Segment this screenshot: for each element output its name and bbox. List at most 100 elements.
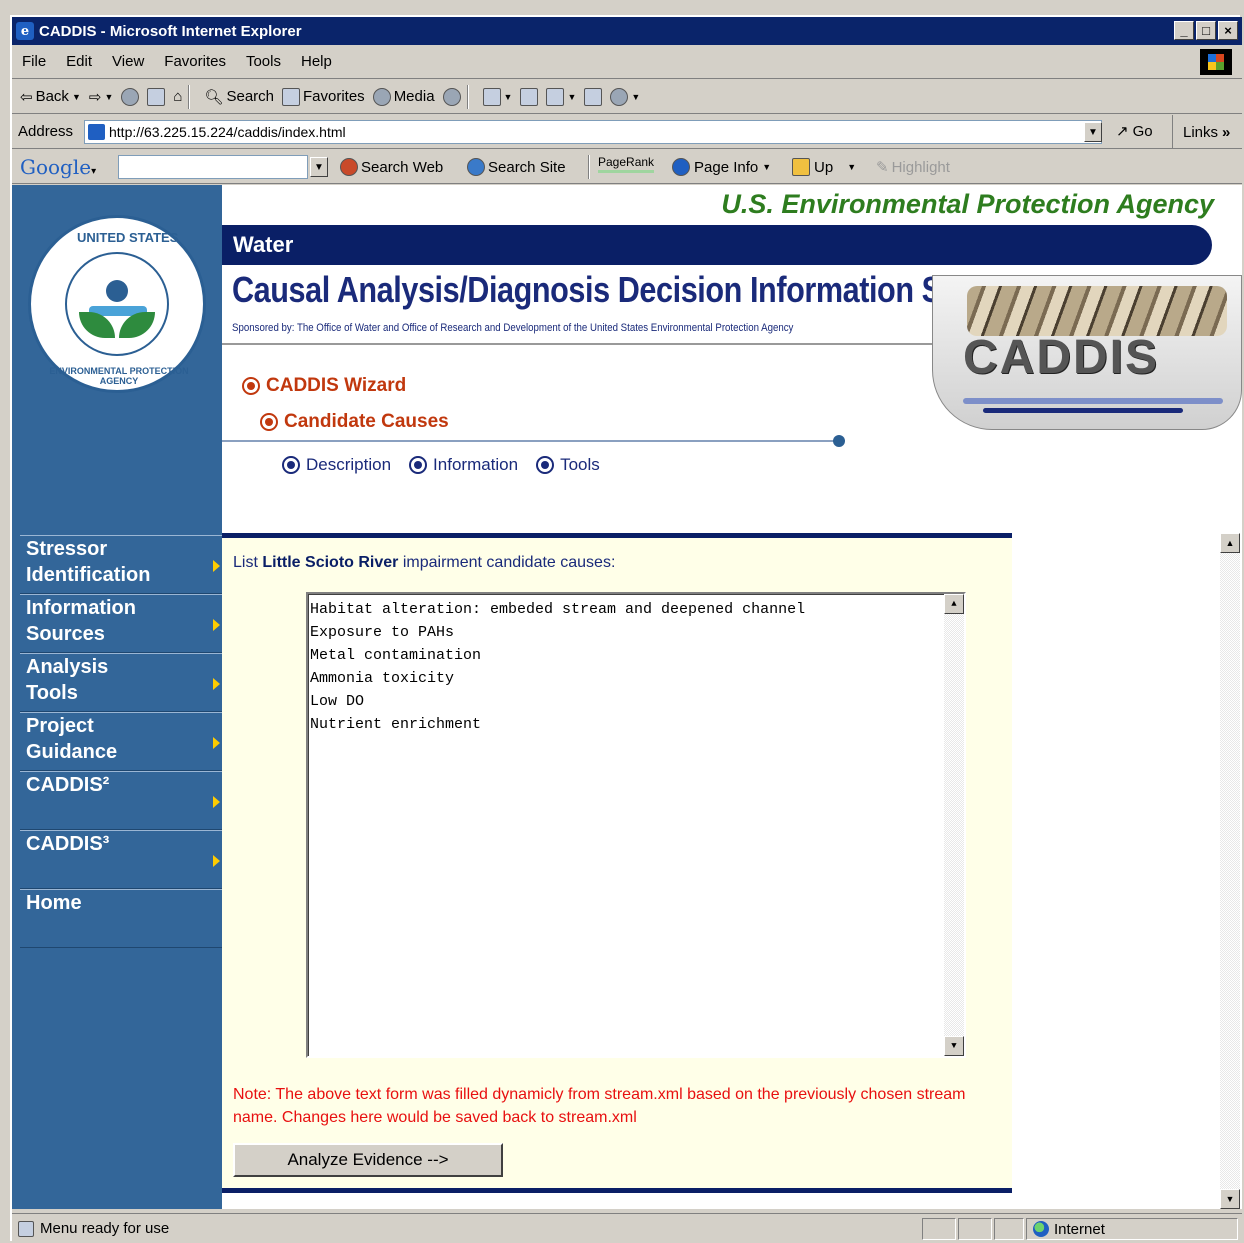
- caret-right-icon: [213, 619, 220, 631]
- page-info-label: Page Info: [694, 158, 759, 176]
- messenger-icon: [610, 87, 629, 106]
- home-button[interactable]: ⌂: [173, 88, 182, 105]
- menu-edit[interactable]: Edit: [66, 53, 92, 70]
- section-title: Water: [233, 232, 294, 257]
- scroll-up-button[interactable]: ▲: [1220, 533, 1240, 553]
- links-label: Links: [1183, 123, 1219, 141]
- radio-selected-icon: [242, 377, 260, 395]
- subnav-description[interactable]: Description: [282, 455, 391, 475]
- search-icon: 🔍︎: [204, 88, 224, 106]
- google-logo[interactable]: Google▾: [20, 155, 96, 179]
- analyze-evidence-button[interactable]: Analyze Evidence -->: [233, 1143, 503, 1177]
- radio-selected-icon: [409, 456, 428, 474]
- page-info-button[interactable]: Page Info ▼: [672, 158, 771, 176]
- address-dropdown-button[interactable]: ▼: [1084, 122, 1102, 142]
- sidebar-item-home[interactable]: Home: [20, 889, 222, 948]
- chevron-down-icon: ▼: [71, 91, 81, 102]
- close-button[interactable]: ×: [1218, 21, 1238, 40]
- subnav-tools[interactable]: Tools: [536, 455, 600, 475]
- candidate-causes-textarea[interactable]: Habitat alteration: embeded stream and d…: [306, 592, 966, 1058]
- list-heading-prefix: List: [233, 554, 258, 571]
- forward-button[interactable]: ⇨ ▼: [89, 88, 114, 106]
- wizard-step-label: Candidate Causes: [284, 411, 449, 432]
- sidebar-item-project-guidance[interactable]: Project Guidance: [20, 712, 222, 771]
- stop-button[interactable]: [121, 87, 140, 106]
- sidebar-item-analysis-tools[interactable]: Analysis Tools: [20, 653, 222, 712]
- print-button[interactable]: [520, 87, 539, 106]
- caret-right-icon: [213, 855, 220, 867]
- menu-tools[interactable]: Tools: [246, 53, 281, 70]
- back-arrow-icon: ⇦: [20, 88, 33, 106]
- links-button[interactable]: Links»: [1172, 115, 1230, 149]
- mail-button[interactable]: ▼: [482, 87, 513, 106]
- page-scrollbar[interactable]: ▲ ▼: [1220, 533, 1240, 1209]
- scroll-down-button[interactable]: ▼: [1220, 1189, 1240, 1209]
- favorites-icon: [282, 87, 300, 106]
- window-title: CADDIS - Microsoft Internet Explorer: [39, 22, 302, 40]
- discuss-button[interactable]: [584, 87, 603, 106]
- maximize-button[interactable]: □: [1196, 21, 1216, 40]
- toolbar-separator: [588, 155, 590, 179]
- history-button[interactable]: [442, 87, 461, 106]
- up-label: Up: [814, 158, 834, 176]
- sidebar-item-label: Stressor Identification: [26, 538, 151, 586]
- scroll-up-button[interactable]: ▲: [944, 594, 964, 614]
- caret-right-icon: [213, 560, 220, 572]
- media-icon: [372, 87, 391, 106]
- caddis-logo-text: CADDIS: [963, 331, 1160, 384]
- sidebar-item-caddis-2[interactable]: CADDIS²: [20, 771, 222, 830]
- title-bar: e CADDIS - Microsoft Internet Explorer _…: [12, 17, 1242, 45]
- sidebar-item-information-sources[interactable]: Information Sources: [20, 594, 222, 653]
- subnav-information[interactable]: Information: [409, 455, 518, 475]
- pagerank-label: PageRank: [598, 155, 655, 169]
- menu-favorites[interactable]: Favorites: [164, 53, 226, 70]
- minimize-button[interactable]: _: [1174, 21, 1194, 40]
- status-text: Menu ready for use: [40, 1220, 170, 1237]
- edit-button[interactable]: ▼: [546, 87, 576, 106]
- menu-file[interactable]: File: [22, 53, 46, 70]
- scroll-down-button[interactable]: ▼: [944, 1036, 964, 1056]
- search-button[interactable]: 🔍︎ Search: [204, 88, 274, 106]
- wizard-step-candidate-causes[interactable]: Candidate Causes: [260, 411, 449, 433]
- sidebar-item-label: CADDIS²: [26, 774, 110, 796]
- refresh-button[interactable]: [147, 87, 166, 106]
- sidebar-item-caddis-3[interactable]: CADDIS³: [20, 830, 222, 889]
- go-button[interactable]: ↗ Go: [1116, 122, 1153, 141]
- search-site-label: Search Site: [488, 158, 566, 176]
- sidebar-item-stressor-identification[interactable]: Stressor Identification: [20, 535, 222, 594]
- search-web-button[interactable]: Search Web: [340, 158, 443, 176]
- messenger-button[interactable]: ▼: [610, 87, 640, 106]
- info-icon: [672, 158, 690, 176]
- menu-view[interactable]: View: [112, 53, 144, 70]
- chevron-down-icon: ▼: [1225, 1194, 1235, 1204]
- up-button[interactable]: Up ▼: [792, 158, 856, 176]
- media-button[interactable]: Media: [372, 87, 435, 106]
- sidebar-item-label: CADDIS³: [26, 833, 110, 855]
- address-input[interactable]: http://63.225.15.224/caddis/index.html: [84, 120, 1102, 144]
- google-search-input[interactable]: [118, 155, 308, 179]
- chevron-down-icon: ▼: [503, 91, 513, 102]
- epa-seal-logo: UNITED STATES ENVIRONMENTAL PROTECTION A…: [28, 215, 206, 393]
- caret-right-icon: [213, 678, 220, 690]
- zone-label: Internet: [1054, 1220, 1105, 1238]
- refresh-icon: [147, 87, 166, 106]
- google-dropdown-button[interactable]: ▼: [310, 157, 328, 177]
- menu-help[interactable]: Help: [301, 53, 332, 70]
- chevron-down-icon: ▼: [104, 91, 114, 102]
- wave-icon: [983, 408, 1183, 413]
- chevron-up-icon: ▲: [1225, 538, 1235, 548]
- back-button[interactable]: ⇦ Back ▼: [20, 88, 81, 106]
- toolbar-separator: [466, 84, 469, 109]
- textarea-scrollbar[interactable]: ▲ ▼: [944, 594, 964, 1056]
- wizard-progress-line: [222, 440, 837, 442]
- cause-line: Low DO: [310, 693, 365, 710]
- search-site-button[interactable]: Search Site: [467, 158, 566, 176]
- highlight-button[interactable]: ✎ Highlight: [876, 158, 950, 177]
- list-heading: List Little Scioto River impairment cand…: [233, 554, 615, 572]
- search-label: Search: [226, 88, 274, 105]
- favorites-button[interactable]: Favorites: [282, 87, 365, 106]
- address-url: http://63.225.15.224/caddis/index.html: [109, 124, 346, 140]
- pagerank-indicator: PageRank: [598, 154, 655, 173]
- seal-top-text: UNITED STATES: [77, 230, 179, 245]
- wizard-step-caddis-wizard[interactable]: CADDIS Wizard: [242, 375, 406, 397]
